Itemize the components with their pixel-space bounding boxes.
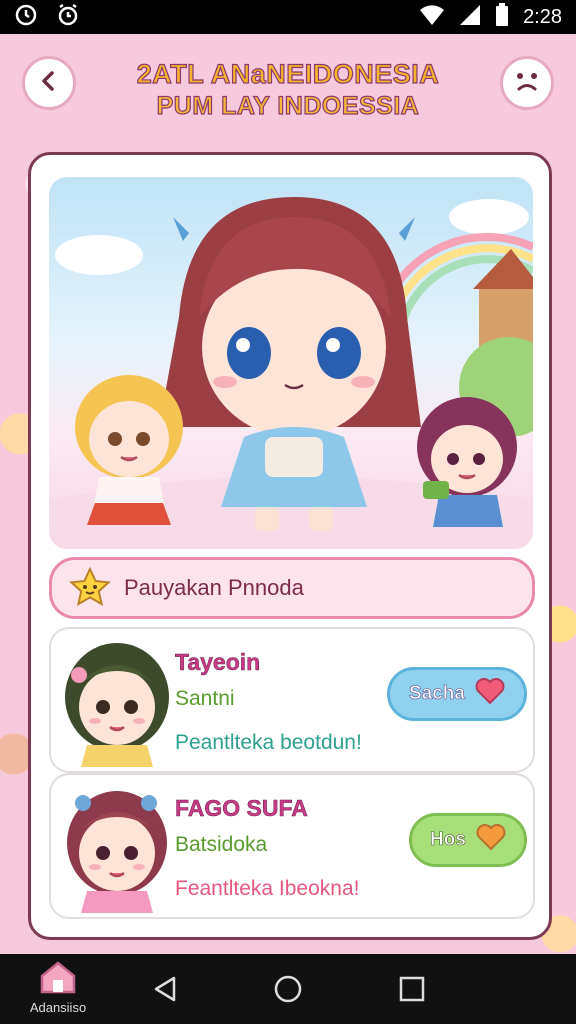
heart-icon	[475, 677, 505, 711]
avatar	[67, 791, 167, 913]
back-button[interactable]	[22, 56, 76, 110]
list-item-description: Feantlteka Ibeokna!	[175, 877, 360, 900]
action-label: Sacha	[409, 683, 466, 705]
list-item[interactable]: Tayeoin Santni Peantlteka beotdun! Sacha	[49, 627, 535, 773]
list-item-subtitle: Batsidoka	[175, 833, 268, 856]
app-title-line-2: PUM LAY INDOESSIA	[156, 91, 420, 120]
back-chevron-icon	[37, 69, 61, 97]
system-back-button[interactable]	[150, 974, 180, 1004]
status-bar: 2:28	[0, 0, 576, 34]
list-item[interactable]: FAGO SUFA Batsidoka Feantlteka Ibeokna! …	[49, 773, 535, 919]
home-icon	[38, 960, 78, 998]
anime-characters-illustration	[49, 197, 533, 549]
face-menu-button[interactable]	[500, 56, 554, 110]
heart-icon	[476, 823, 506, 857]
search-bar[interactable]: Pauyakan Pnnoda	[49, 557, 535, 619]
action-label: Hos	[430, 829, 467, 851]
search-text: Pauyakan Pnnoda	[124, 575, 304, 600]
app-title-line-1: 2ATL ANaNEIDONESIA	[136, 58, 440, 89]
list-item-name: Tayeoin	[175, 649, 261, 676]
list-item-action-button[interactable]: Sacha	[387, 667, 527, 721]
header: 2ATL ANaNEIDONESIA PUM LAY INDOESSIA	[0, 48, 576, 132]
navigation-bar: Adansiiso	[0, 954, 576, 1024]
main-card: Pauyakan Pnnoda Tayeoin Santni Peantltek…	[28, 152, 552, 940]
app-title: 2ATL ANaNEIDONESIA PUM LAY INDOESSIA	[100, 58, 476, 122]
alarm-icon	[56, 3, 80, 32]
list-item-name: FAGO SUFA	[175, 795, 308, 822]
clock-icon	[14, 3, 38, 32]
system-home-button[interactable]	[273, 974, 303, 1004]
sad-face-icon	[510, 66, 544, 100]
list-item-action-button[interactable]: Hos	[409, 813, 527, 867]
triangle-back-icon	[150, 976, 180, 1008]
signal-icon	[459, 4, 481, 31]
status-time: 2:28	[523, 5, 562, 28]
wifi-icon	[419, 4, 445, 31]
star-icon	[68, 566, 112, 610]
hero-illustration	[49, 177, 533, 549]
circle-home-icon	[273, 975, 303, 1008]
avatar	[65, 643, 169, 767]
home-tab-label: Adansiiso	[29, 1000, 87, 1015]
square-recents-icon	[397, 976, 427, 1008]
list-item-description: Peantlteka beotdun!	[175, 731, 362, 754]
system-recents-button[interactable]	[397, 974, 427, 1004]
home-tab[interactable]: Adansiiso	[18, 960, 98, 1022]
list-item-subtitle: Santni	[175, 687, 235, 710]
battery-icon	[495, 2, 509, 32]
